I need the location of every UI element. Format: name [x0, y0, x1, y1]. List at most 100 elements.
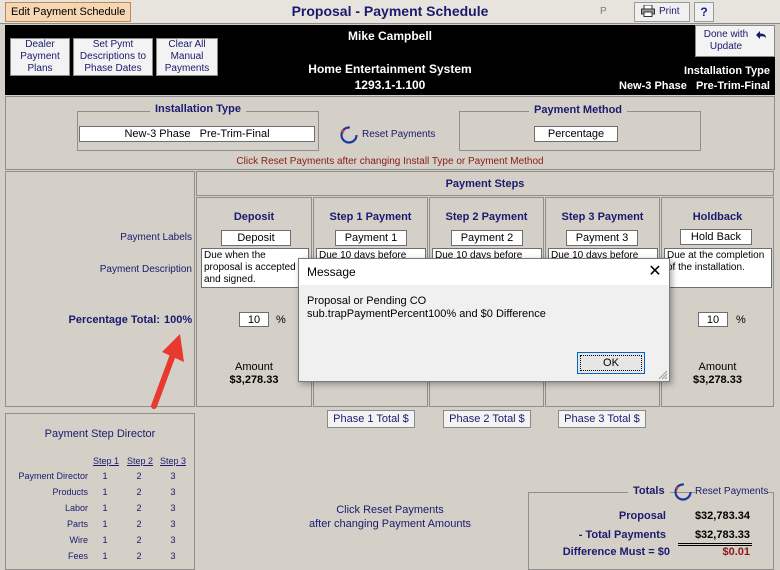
undo-arrow-icon	[756, 31, 766, 39]
step3-label-field[interactable]: Payment 3	[566, 230, 638, 246]
dealer-payment-plans-button[interactable]: Dealer Payment Plans	[10, 38, 70, 76]
director-cell[interactable]: 2	[122, 500, 156, 516]
director-cell[interactable]: 2	[122, 516, 156, 532]
reset-amounts-note-line2: after changing Payment Amounts	[308, 518, 472, 530]
done-label: Done with Update	[703, 29, 749, 52]
step1-label-field[interactable]: Payment 1	[335, 230, 407, 246]
dialog-message: Proposal or Pending CO sub.trapPaymentPe…	[307, 295, 546, 321]
director-cell[interactable]: 2	[122, 548, 156, 564]
totals-reset-link[interactable]: Reset Payments	[695, 486, 769, 497]
deposit-label-field[interactable]: Deposit	[221, 230, 291, 246]
install-type-header-label: Installation Type	[684, 65, 770, 77]
director-cell[interactable]: 3	[156, 548, 190, 564]
dialog-message-line2: sub.trapPaymentPercent100% and $0 Differ…	[307, 308, 546, 320]
holdback-description[interactable]: Due at the completion of the installatio…	[664, 248, 772, 288]
director-cell[interactable]: 1	[88, 548, 122, 564]
director-cell[interactable]: 2	[122, 532, 156, 548]
director-cell[interactable]: 3	[156, 484, 190, 500]
header-bar: Dealer Payment Plans Set Pymt Descriptio…	[5, 25, 775, 95]
director-cell[interactable]: 1	[88, 500, 122, 516]
holdback-label-field[interactable]: Hold Back	[680, 229, 752, 245]
help-button[interactable]: ?	[694, 2, 714, 22]
deposit-amount-label: Amount	[235, 361, 273, 373]
director-cell[interactable]: 1	[88, 532, 122, 548]
step2-header: Step 2 Payment	[445, 211, 528, 223]
title-bar: Edit Payment Schedule Proposal - Payment…	[0, 0, 780, 24]
director-cell[interactable]: 2	[122, 468, 156, 484]
director-row: Fees 1 2 3	[10, 548, 190, 564]
difference-value: $0.01	[722, 546, 750, 558]
director-row: Products 1 2 3	[10, 484, 190, 500]
director-row-label: Parts	[66, 519, 88, 529]
step1-header: Step 1 Payment	[329, 211, 412, 223]
phase3-total-button[interactable]: Phase 3 Total $	[558, 410, 646, 428]
director-cell[interactable]: 3	[156, 532, 190, 548]
director-row-label: Payment Director	[18, 471, 88, 481]
director-row-label: Products	[52, 487, 88, 497]
deposit-percent-field[interactable]: 10	[239, 312, 269, 327]
percentage-total-label: Percentage Total:	[68, 314, 161, 326]
clear-all-manual-payments-button[interactable]: Clear All Manual Payments	[156, 38, 218, 76]
proposal-label: Proposal	[618, 510, 666, 522]
director-cell[interactable]: 3	[156, 468, 190, 484]
p-indicator: P	[600, 6, 607, 17]
director-cell[interactable]: 1	[88, 484, 122, 500]
installation-type-field[interactable]: New-3 Phase Pre-Trim-Final	[79, 126, 315, 142]
payment-labels-row-label: Payment Labels	[120, 232, 192, 243]
reset-payments-link[interactable]: Reset Payments	[362, 129, 435, 140]
reset-payments-icon[interactable]	[340, 126, 358, 144]
payment-description-row-label: Payment Description	[99, 264, 192, 275]
dialog-message-line1: Proposal or Pending CO	[307, 295, 427, 307]
director-cell[interactable]: 3	[156, 516, 190, 532]
director-row: Payment Director 1 2 3	[10, 468, 190, 484]
print-button[interactable]: Print	[634, 2, 690, 22]
total-payments-value: $32,783.33	[694, 529, 750, 541]
holdback-amount-value: $3,278.33	[693, 374, 742, 386]
deposit-amount-value: $3,278.33	[229, 374, 279, 386]
deposit-percent-symbol: %	[276, 314, 286, 326]
project-code: 1293.1-1.100	[354, 78, 426, 92]
red-arrow-annotation	[151, 334, 184, 409]
project-name: Home Entertainment System	[308, 62, 472, 76]
print-label: Print	[659, 6, 680, 17]
holdback-amount-label: Amount	[698, 361, 737, 373]
reset-amounts-note-line1: Click Reset Payments	[336, 504, 444, 516]
director-header-step3: Step 3	[160, 456, 187, 466]
ok-button[interactable]: OK	[577, 352, 645, 374]
payment-method-label: Payment Method	[529, 104, 628, 116]
close-icon[interactable]: ✕	[645, 262, 665, 282]
install-type-header-value: New-3 Phase Pre-Trim-Final	[619, 80, 770, 92]
director-cell[interactable]: 1	[88, 468, 122, 484]
deposit-description[interactable]: Due when the proposal is accepted and si…	[201, 248, 309, 288]
director-cell[interactable]: 1	[88, 516, 122, 532]
director-header-step1: Step 1	[93, 456, 120, 466]
phase1-total-button[interactable]: Phase 1 Total $	[327, 410, 415, 428]
totals-reset-icon[interactable]	[674, 483, 692, 501]
phase2-total-button[interactable]: Phase 2 Total $	[443, 410, 531, 428]
reset-note: Click Reset Payments after changing Inst…	[236, 156, 544, 167]
payment-method-field[interactable]: Percentage	[534, 126, 618, 142]
customer-name: Mike Campbell	[347, 29, 433, 43]
dialog-title-bar: Message ✕	[299, 259, 669, 285]
director-table: Payment Director 1 2 3 Products 1 2 3 La…	[10, 468, 190, 564]
holdback-percent-field[interactable]: 10	[698, 312, 728, 327]
difference-label: Difference Must = $0	[562, 546, 670, 558]
total-payments-label: - Total Payments	[578, 529, 666, 541]
message-dialog: Message ✕ Proposal or Pending CO sub.tra…	[298, 258, 670, 382]
proposal-value: $32,783.34	[694, 510, 750, 522]
director-cell[interactable]: 2	[122, 484, 156, 500]
holdback-header: Holdback	[692, 211, 743, 223]
percentage-total-value: 100%	[164, 314, 193, 326]
step3-header: Step 3 Payment	[561, 211, 644, 223]
resize-grip-icon[interactable]	[657, 369, 668, 380]
dialog-title: Message	[307, 265, 356, 279]
director-row-label: Fees	[67, 551, 88, 561]
director-cell[interactable]: 3	[156, 500, 190, 516]
set-pymt-descriptions-button[interactable]: Set Pymt Descriptions to Phase Dates	[73, 38, 153, 76]
director-row: Parts 1 2 3	[10, 516, 190, 532]
director-row: Wire 1 2 3	[10, 532, 190, 548]
holdback-percent-symbol: %	[736, 314, 746, 326]
installation-type-label: Installation Type	[150, 103, 246, 115]
step2-label-field[interactable]: Payment 2	[451, 230, 523, 246]
done-with-update-button[interactable]: Done with Update	[695, 25, 775, 57]
